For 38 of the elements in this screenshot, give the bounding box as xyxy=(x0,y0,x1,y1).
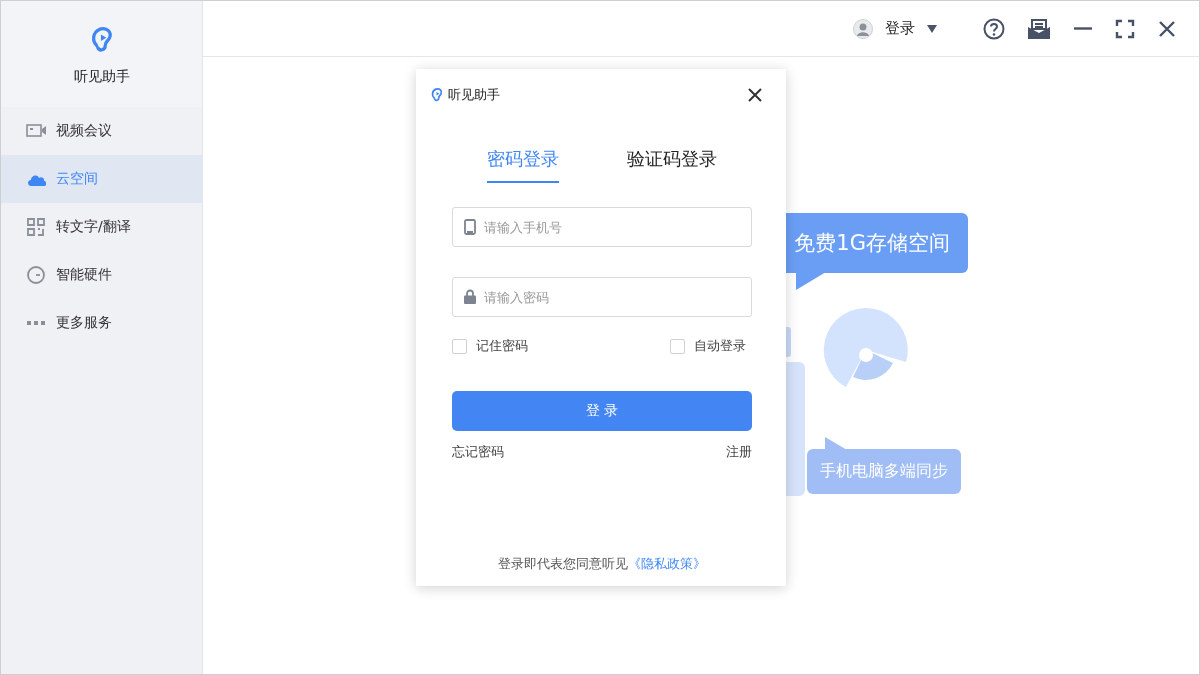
checkbox[interactable] xyxy=(452,338,467,354)
login-tab[interactable]: 密码登录 xyxy=(487,147,559,183)
inbox-button[interactable] xyxy=(1027,17,1051,40)
more-dots-icon xyxy=(26,321,46,325)
checkbox[interactable] xyxy=(670,338,685,354)
help-icon xyxy=(983,17,1005,40)
login-tab[interactable]: 验证码登录 xyxy=(627,147,717,183)
minimize-icon xyxy=(1073,27,1093,30)
agreement-text: 登录即代表您同意听见《隐私政策》 xyxy=(497,555,707,573)
close-icon xyxy=(1157,18,1177,39)
app-name: 听见助手 xyxy=(73,68,130,86)
speech-bubble: 手机电脑多端同步 xyxy=(807,449,961,494)
sidebar-item[interactable]: 视频会议 xyxy=(1,107,202,155)
clock-circle-icon xyxy=(26,265,46,285)
close-button[interactable] xyxy=(748,88,762,102)
dialog-title: 听见助手 xyxy=(448,86,501,104)
sidebar-item[interactable]: 更多服务 xyxy=(1,299,202,347)
login-button[interactable]: 登 录 xyxy=(452,391,752,431)
forgot-password-link[interactable]: 忘记密码 xyxy=(452,443,504,461)
phone-input-field[interactable]: 请输入手机号 xyxy=(452,207,752,247)
ear-play-logo-icon xyxy=(430,86,444,104)
checkbox-label: 自动登录 xyxy=(694,337,746,355)
help-button[interactable] xyxy=(983,17,1005,40)
close-icon xyxy=(748,88,762,102)
password-input-field[interactable]: 请输入密码 xyxy=(452,277,752,317)
account-login-menu[interactable]: 登录 xyxy=(853,18,937,39)
close-button[interactable] xyxy=(1157,18,1177,39)
caret-icon xyxy=(927,24,937,33)
fullscreen-button[interactable] xyxy=(1115,18,1135,39)
fullscreen-icon xyxy=(1115,18,1135,39)
scan-frame-icon xyxy=(26,217,46,237)
privacy-policy-link[interactable]: 《隐私政策》 xyxy=(628,556,706,571)
register-link[interactable]: 注册 xyxy=(726,443,752,461)
sidebar-item[interactable]: 转文字/翻译 xyxy=(1,203,202,251)
inbox-icon xyxy=(1027,17,1051,40)
sidebar-item[interactable]: 智能硬件 xyxy=(1,251,202,299)
user-avatar-icon xyxy=(853,18,873,39)
checkbox-label: 记住密码 xyxy=(476,337,528,355)
